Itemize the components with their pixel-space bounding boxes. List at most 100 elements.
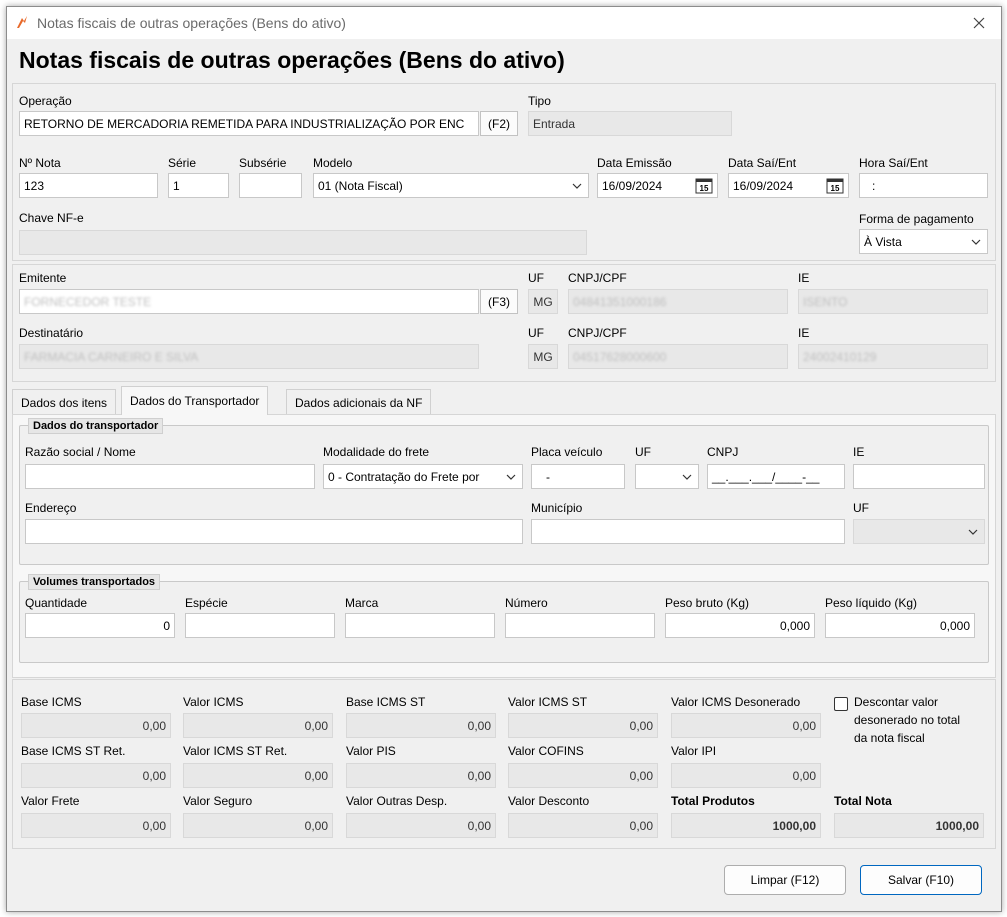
numero-volume-input[interactable]	[505, 613, 655, 638]
forma-pagamento-label: Forma de pagamento	[859, 212, 974, 226]
base-icms-st-field: 0,00	[346, 713, 496, 738]
valor-desconto-field: 0,00	[508, 813, 658, 838]
numero-nota-label: Nº Nota	[19, 156, 61, 170]
modalidade-frete-select[interactable]: 0 - Contratação do Frete por	[323, 464, 523, 489]
base-icms-st-ret-field: 0,00	[21, 763, 171, 788]
peso-bruto-input[interactable]: 0,000	[665, 613, 815, 638]
numero-nota-input[interactable]: 123	[19, 173, 158, 198]
destinatario-ie-label: IE	[798, 326, 810, 340]
data-emissao-input[interactable]: 16/09/2024 15	[597, 173, 718, 198]
forma-pagamento-select[interactable]: À Vista	[859, 229, 988, 254]
destinatario-ie-field: 24002410129	[798, 344, 988, 369]
close-button[interactable]	[963, 9, 995, 37]
marca-input[interactable]	[345, 613, 495, 638]
chevron-down-icon	[506, 474, 516, 480]
forma-pagamento-value: À Vista	[864, 234, 902, 249]
descontar-desonerado-label-2: desonerado no total	[854, 713, 961, 727]
razao-social-input[interactable]	[25, 464, 315, 489]
data-saient-value: 16/09/2024	[733, 178, 794, 193]
destinatario-field: FARMACIA CARNEIRO E SILVA	[19, 344, 479, 369]
limpar-button[interactable]: Limpar (F12)	[724, 865, 846, 895]
valor-icms-field: 0,00	[183, 713, 333, 738]
peso-bruto-value: 0,000	[779, 618, 810, 633]
tab-dados-itens[interactable]: Dados dos itens	[12, 389, 117, 415]
data-saient-label: Data Saí/Ent	[728, 156, 797, 170]
emitente-label: Emitente	[19, 271, 67, 285]
salvar-button[interactable]: Salvar (F10)	[860, 865, 982, 895]
calendar-icon[interactable]: 15	[826, 178, 844, 194]
transportador-ie-input[interactable]	[853, 464, 985, 489]
base-icms-value: 0,00	[142, 718, 166, 733]
transportador-uf-label: UF	[635, 445, 651, 459]
data-saient-input[interactable]: 16/09/2024 15	[728, 173, 849, 198]
transportador-cnpj-input[interactable]: __.___.___/____-__	[707, 464, 845, 489]
valor-icms-value: 0,00	[304, 718, 328, 733]
destinatario-cnpj-label: CNPJ/CPF	[568, 326, 627, 340]
especie-label: Espécie	[185, 596, 228, 610]
calendar-icon[interactable]: 15	[695, 178, 713, 194]
valor-ipi-label: Valor IPI	[671, 744, 717, 758]
valor-outras-value: 0,00	[467, 818, 491, 833]
emitente-cnpj-label: CNPJ/CPF	[568, 271, 627, 285]
close-icon	[973, 17, 985, 29]
descontar-desonerado-checkbox[interactable]	[834, 697, 848, 711]
valor-icms-st-value: 0,00	[629, 718, 653, 733]
window-title: Notas fiscais de outras operações (Bens …	[37, 15, 346, 31]
operacao-label: Operação	[19, 94, 72, 108]
transportador-uf-select[interactable]	[635, 464, 699, 489]
valor-frete-field: 0,00	[21, 813, 171, 838]
valor-icms-st-ret-field: 0,00	[183, 763, 333, 788]
serie-input[interactable]: 1	[168, 173, 229, 198]
valor-ipi-value: 0,00	[792, 768, 816, 783]
chevron-down-icon	[682, 474, 692, 480]
emitente-uf-value: MG	[533, 294, 553, 309]
valor-frete-value: 0,00	[142, 818, 166, 833]
operacao-input[interactable]: RETORNO DE MERCADORIA REMETIDA PARA INDU…	[19, 111, 479, 136]
valor-cofins-field: 0,00	[508, 763, 658, 788]
base-icms-st-ret-value: 0,00	[142, 768, 166, 783]
hora-input[interactable]: :	[859, 173, 988, 198]
transportador-group: Dados do transportador Razão social / No…	[19, 418, 989, 565]
emitente-cnpj-field: 04841351000186	[568, 289, 788, 314]
valor-icms-desonerado-value: 0,00	[792, 718, 816, 733]
modelo-select[interactable]: 01 (Nota Fiscal)	[313, 173, 589, 198]
numero-volume-label: Número	[505, 596, 548, 610]
especie-input[interactable]	[185, 613, 335, 638]
peso-liquido-label: Peso líquido (Kg)	[825, 596, 918, 610]
destinatario-label: Destinatário	[19, 326, 84, 340]
total-nota-value: 1000,00	[935, 818, 979, 833]
title-bar: Notas fiscais de outras operações (Bens …	[7, 7, 1001, 39]
transportador-ie-label: IE	[853, 445, 865, 459]
header-panel: Operação RETORNO DE MERCADORIA REMETIDA …	[12, 83, 996, 261]
tab-dados-transportador[interactable]: Dados do Transportador	[121, 386, 269, 415]
municipio-input[interactable]	[531, 519, 845, 544]
totals-panel: Base ICMS 0,00 Valor ICMS 0,00 Base ICMS…	[12, 679, 996, 849]
quantidade-input[interactable]: 0	[25, 613, 175, 638]
emitente-value: FORNECEDOR TESTE	[24, 294, 152, 309]
emitente-input[interactable]: FORNECEDOR TESTE	[19, 289, 479, 314]
numero-nota-value: 123	[24, 178, 45, 193]
placa-veiculo-label: Placa veículo	[531, 445, 603, 459]
marca-label: Marca	[345, 596, 379, 610]
peso-liquido-input[interactable]: 0,000	[825, 613, 975, 638]
valor-icms-st-ret-label: Valor ICMS ST Ret.	[183, 744, 288, 758]
emitente-uf-field: MG	[528, 289, 558, 314]
endereco-label: Endereço	[25, 501, 77, 515]
placa-veiculo-input[interactable]: -	[531, 464, 625, 489]
dialog-window: Notas fiscais de outras operações (Bens …	[6, 6, 1002, 912]
valor-seguro-label: Valor Seguro	[183, 794, 253, 808]
transportador-group-title: Dados do transportador	[28, 418, 164, 434]
emitente-lookup-button[interactable]: (F3)	[480, 289, 518, 314]
descontar-desonerado-label-3: da nota fiscal	[854, 731, 925, 745]
base-icms-field: 0,00	[21, 713, 171, 738]
municipio-uf-select[interactable]	[853, 519, 985, 544]
subserie-input[interactable]	[239, 173, 302, 198]
form-heading: Notas fiscais de outras operações (Bens …	[19, 47, 565, 73]
valor-desconto-label: Valor Desconto	[508, 794, 590, 808]
operacao-lookup-button[interactable]: (F2)	[480, 111, 518, 136]
valor-outras-label: Valor Outras Desp.	[346, 794, 448, 808]
tab-dados-adicionais[interactable]: Dados adicionais da NF	[286, 389, 432, 415]
volumes-group-title: Volumes transportados	[28, 574, 161, 590]
endereco-input[interactable]	[25, 519, 523, 544]
data-emissao-label: Data Emissão	[597, 156, 672, 170]
